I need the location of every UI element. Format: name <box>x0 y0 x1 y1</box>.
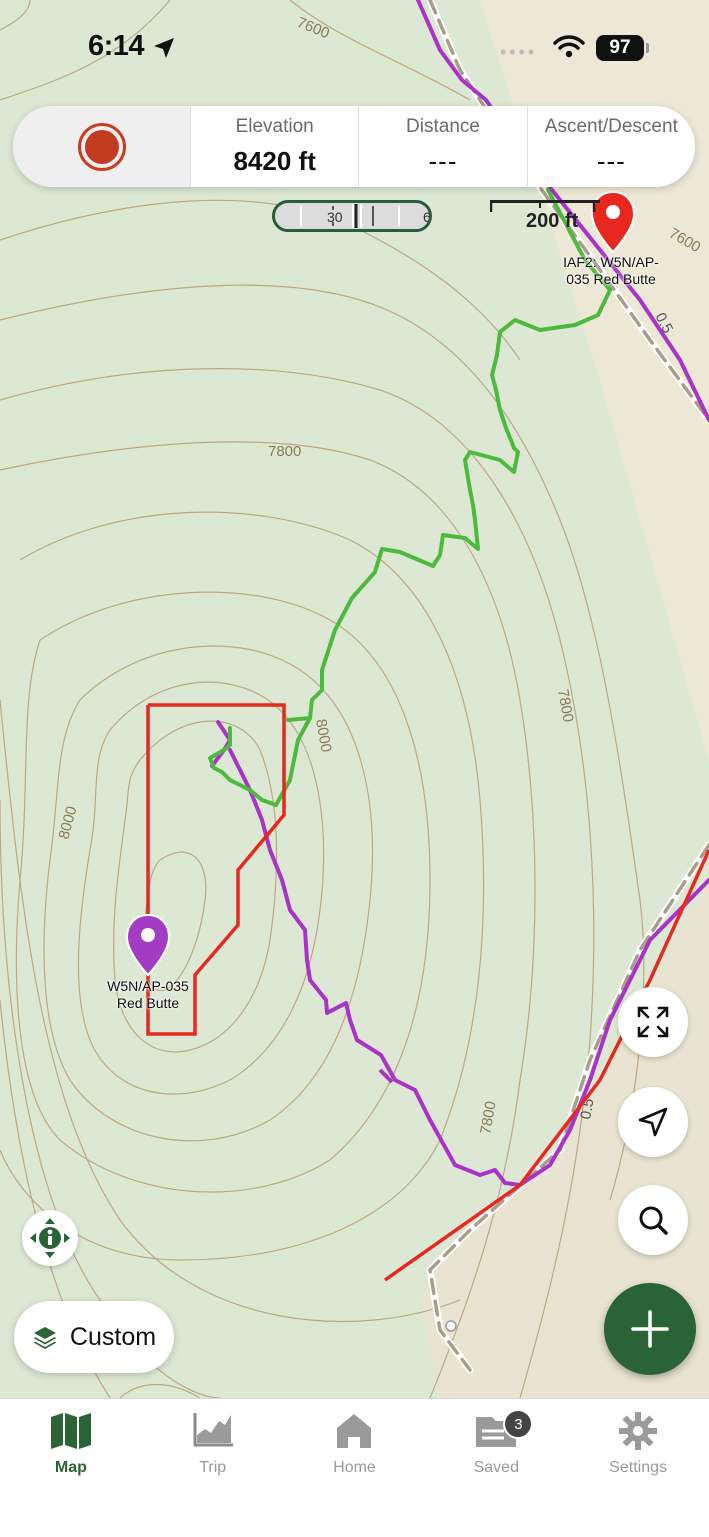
status-time: 6:14 <box>88 30 145 62</box>
summit-marker-label: W5N/AP-035 Red Butte <box>107 978 189 1011</box>
tab-label: Trip <box>199 1459 227 1476</box>
tab-map[interactable]: Map <box>0 1399 142 1537</box>
signal-dots-icon: •••• <box>500 42 538 62</box>
status-bar: 6:14 •••• 97 <box>0 0 709 96</box>
tab-label: Home <box>333 1459 376 1476</box>
road-waypoint <box>445 1320 457 1332</box>
map-info-button[interactable] <box>22 1210 78 1266</box>
elevation-label: Elevation <box>235 116 314 137</box>
tab-label: Saved <box>473 1459 519 1476</box>
search-icon <box>639 1206 668 1235</box>
navigation-arrow-icon <box>638 1107 668 1137</box>
ascent-descent-label: Ascent/Descent <box>544 116 678 137</box>
info-compass-icon <box>30 1218 70 1258</box>
fullscreen-button[interactable] <box>618 987 688 1057</box>
timeline-tick-label: 6 <box>423 209 429 225</box>
record-icon <box>77 122 126 171</box>
ascent-descent-value: --- <box>596 146 626 176</box>
home-icon <box>337 1414 372 1448</box>
timeline-track: 30 6 <box>300 204 429 228</box>
layers-icon <box>33 1327 56 1349</box>
distance-label: Distance <box>406 116 480 137</box>
tab-label: Settings <box>609 1459 667 1476</box>
search-button[interactable] <box>618 1185 688 1255</box>
record-button[interactable] <box>13 106 190 187</box>
add-button[interactable] <box>604 1283 696 1375</box>
start-marker-label: IAF2: W5N/AP-035 Red Butte <box>563 254 659 287</box>
map-layer-label: Custom <box>69 1322 157 1351</box>
timeline-tick-label: 30 <box>327 209 343 225</box>
plus-icon <box>631 1310 669 1348</box>
summit-marker-pin[interactable] <box>125 913 171 977</box>
elevation-stat[interactable]: Elevation 8420 ft <box>190 106 358 187</box>
tab-settings[interactable]: Settings <box>567 1399 709 1537</box>
tab-saved[interactable]: 3 Saved <box>425 1399 567 1537</box>
battery-indicator: 97 <box>596 35 644 61</box>
elevation-value: 8420 ft <box>233 146 316 176</box>
locate-button[interactable] <box>618 1087 688 1157</box>
battery-tip <box>646 43 649 53</box>
tab-trip[interactable]: Trip <box>142 1399 284 1537</box>
map-layers-button[interactable]: Custom <box>14 1301 174 1373</box>
location-arrow-icon <box>154 38 174 58</box>
gear-icon <box>619 1412 658 1450</box>
contour-label: 7800 <box>268 443 301 460</box>
ascent-descent-stat[interactable]: Ascent/Descent --- <box>526 106 695 187</box>
chart-icon <box>193 1413 233 1447</box>
tab-home[interactable]: Home <box>284 1399 426 1537</box>
stats-panel: Elevation 8420 ft Distance --- Ascent/De… <box>13 106 695 187</box>
scale-label: 200 ft <box>526 210 579 232</box>
wifi-icon <box>553 35 585 58</box>
map-icon <box>50 1413 91 1449</box>
tab-bar: Map Trip Home 3 Saved Settings <box>0 1398 709 1537</box>
timeline-slider[interactable]: 30 6 <box>272 200 432 232</box>
tab-label: Map <box>54 1459 87 1476</box>
saved-count-badge: 3 <box>503 1409 534 1439</box>
expand-icon <box>637 1006 669 1038</box>
distance-value: --- <box>428 146 458 176</box>
distance-stat[interactable]: Distance --- <box>358 106 526 187</box>
scale-bar: 200 ft <box>490 200 600 234</box>
